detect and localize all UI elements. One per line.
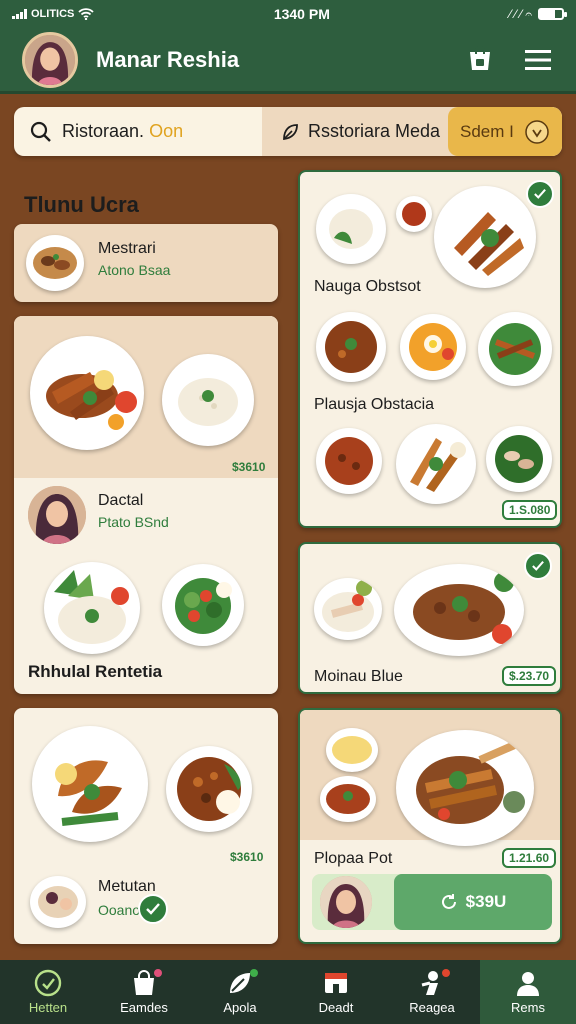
location-pill-label: Sdem I (460, 121, 514, 141)
card-footer-title: Rhhulal Rentetia (28, 662, 163, 681)
app-title: Manar Reshia (96, 46, 240, 72)
search-filter[interactable]: Rsstoriara Meda Sdem I (262, 107, 562, 156)
curry-bowl-image (320, 776, 376, 822)
card-title: Metutan (98, 878, 156, 895)
food-plate-image (478, 312, 552, 386)
location-pin-icon (525, 119, 549, 144)
card-price-badge: $.23.70 (502, 666, 557, 686)
wifi-icon (78, 8, 95, 20)
rice-plate-image (162, 354, 254, 446)
card-subtitle: Ooano (98, 902, 141, 918)
status-right: ⁄ ⁄ ⁄ 𝄐 (509, 6, 567, 22)
rice-bowl-image (316, 194, 386, 264)
status-time: 1340 PM (273, 6, 330, 22)
order-action-bar: $39U (312, 874, 552, 930)
notification-dot (154, 969, 162, 977)
menu-icon[interactable] (522, 44, 554, 76)
notification-dot (250, 969, 258, 977)
check-icon (138, 894, 168, 924)
location-pill[interactable]: Sdem I (448, 107, 562, 156)
card-label: Plopaa Pot (314, 850, 393, 867)
card-subtitle: Ptato BSnd (98, 514, 169, 530)
tab-chef[interactable]: Reagea (384, 960, 480, 1024)
tab-shop[interactable]: Deadt (288, 960, 384, 1024)
tab-home[interactable]: Hetten (0, 960, 96, 1024)
status-icons: ⁄ ⁄ ⁄ 𝄐 (509, 6, 532, 21)
food-plate-image (396, 730, 534, 846)
restaurant-card[interactable]: $3610 Metutan Ooano (14, 708, 278, 944)
tab-label: Deadt (318, 1000, 354, 1015)
food-plate-image (30, 336, 144, 450)
tab-label: Apola (223, 1000, 257, 1015)
curry-bowl-image (316, 428, 382, 494)
egg-bowl-image (400, 314, 466, 380)
order-button[interactable]: $39U (394, 874, 552, 930)
search-bar[interactable]: Ristoraan. Oon Rsstoriara Meda Sdem I (14, 107, 562, 156)
section-title: Tlunu Ucra (24, 192, 139, 217)
rice-plate-image (44, 562, 140, 654)
soup-bowl-image (326, 728, 378, 772)
restaurant-card[interactable]: Mestrari Atono Bsaa (14, 224, 278, 302)
food-plate-image (396, 424, 476, 504)
restaurant-card[interactable]: Moinau Blue $.23.70 (298, 542, 562, 694)
card-label: Moinau Blue (314, 668, 403, 685)
tab-bag[interactable]: Eamdes (96, 960, 192, 1024)
status-left: OLITICS (12, 8, 95, 20)
food-plate-image (486, 426, 552, 492)
card-price: $3610 (232, 460, 266, 474)
tab-profile[interactable]: Rems (480, 960, 576, 1024)
card-label: Nauga Obstsot (314, 278, 421, 295)
food-plate-image (434, 186, 536, 288)
curry-bowl-image (316, 312, 386, 382)
card-price-badge: 1.21.60 (502, 848, 557, 868)
home-icon (34, 969, 62, 997)
search-left-text: Ristoraan. (62, 121, 145, 141)
sauce-bowl-image (396, 196, 432, 232)
shop-icon (325, 973, 347, 993)
order-button-label: $39U (465, 892, 507, 911)
chef-avatar (28, 486, 86, 544)
app-bar: Manar Reshia (0, 28, 576, 94)
card-label: Plausja Obstacia (314, 396, 435, 413)
food-plate-image (394, 564, 524, 656)
food-bowl-image (26, 235, 84, 291)
seller-avatar (320, 876, 372, 928)
notification-dot (442, 969, 450, 977)
card-price: $3610 (230, 850, 264, 864)
status-bar: OLITICS 1340 PM ⁄ ⁄ ⁄ 𝄐 (0, 0, 576, 28)
food-bowl-image (30, 876, 86, 928)
salad-plate-image (162, 564, 244, 646)
restaurant-card[interactable]: Plopaa Pot 1.21.60 $39U (298, 708, 562, 944)
search-right-text: Rsstoriara Meda (308, 121, 441, 141)
search-left-accent: Oon (149, 121, 184, 141)
search-icon (30, 121, 51, 142)
user-avatar[interactable] (22, 31, 78, 88)
restaurant-card[interactable]: Nauga Obstsot Plausja Obstacia 1.S.080 (298, 170, 562, 528)
battery-icon (538, 8, 567, 20)
tab-label: Hetten (28, 1000, 68, 1015)
signal-icon (12, 9, 27, 19)
card-subtitle: Atono Bsaa (98, 262, 171, 278)
card-price-badge: 1.S.080 (502, 500, 558, 520)
card-title: Dactal (98, 492, 144, 509)
tab-label: Eamdes (120, 1000, 168, 1015)
tab-leaf[interactable]: Apola (192, 960, 288, 1024)
card-title: Mestrari (98, 240, 156, 257)
restaurant-card[interactable]: $3610 Dactal Ptato BSnd Rhhulal Rentetia (14, 316, 278, 694)
tab-label: Reagea (409, 1000, 455, 1015)
curry-bowl-image (166, 746, 252, 832)
store-icon[interactable] (464, 44, 496, 76)
refresh-icon (441, 894, 456, 909)
bottom-tab-bar: Hetten Eamdes Apola Deadt Reagea Rems (0, 960, 576, 1024)
profile-icon (517, 972, 539, 996)
carrier-label: OLITICS (31, 8, 75, 20)
food-bowl-image (314, 578, 382, 640)
check-icon (524, 552, 552, 580)
food-plate-image (32, 726, 148, 842)
search-input[interactable]: Ristoraan. Oon (14, 107, 262, 156)
leaf-icon (283, 123, 298, 140)
tab-label: Rems (511, 1000, 545, 1015)
